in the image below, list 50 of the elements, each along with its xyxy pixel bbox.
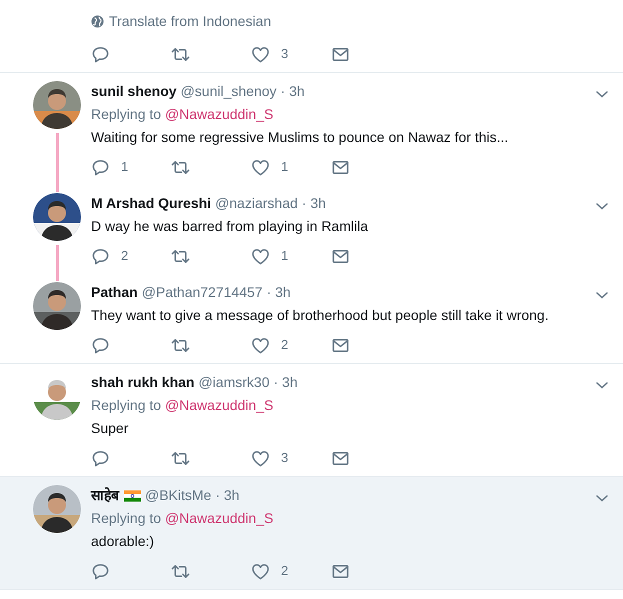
heart-icon[interactable] xyxy=(251,448,270,468)
like-count: 1 xyxy=(281,158,288,176)
author-name[interactable]: shah rukh khan xyxy=(91,372,194,393)
heart-icon[interactable] xyxy=(251,246,270,266)
reply-count: 2 xyxy=(121,247,128,266)
author-name[interactable]: साहेब xyxy=(91,485,119,506)
tweet-time[interactable]: · 3h xyxy=(215,485,240,506)
like-count: 3 xyxy=(281,45,288,64)
reply-icon[interactable] xyxy=(91,44,110,64)
tweet-text: Waiting for some regressive Muslims to pounce on Nawaz for this... xyxy=(91,129,508,145)
tweet-time[interactable]: · 3h xyxy=(273,372,298,393)
thread-line xyxy=(56,133,58,192)
reply-icon[interactable] xyxy=(91,246,110,266)
user-handle[interactable]: @sunil_shenoy xyxy=(180,81,277,102)
user-handle[interactable]: @Pathan72714457 xyxy=(142,282,263,303)
reply-icon[interactable] xyxy=(91,336,110,354)
like-count: 3 xyxy=(281,449,288,468)
translate-link[interactable]: Translate from Indonesian xyxy=(109,11,272,32)
like-count: 1 xyxy=(281,247,288,266)
author-name[interactable]: M Arshad Qureshi xyxy=(91,193,212,214)
globe-icon xyxy=(91,15,104,28)
tweet-time[interactable]: · 3h xyxy=(280,81,305,102)
mention-link[interactable]: @Nawazuddin_S xyxy=(164,397,274,413)
mention-link[interactable]: @Nawazuddin_S xyxy=(164,510,274,526)
heart-icon[interactable] xyxy=(251,336,270,354)
thread-line xyxy=(56,245,58,281)
tweet-time[interactable]: · 3h xyxy=(302,193,326,214)
heart-icon[interactable] xyxy=(251,562,270,580)
user-handle[interactable]: @naziarshad xyxy=(215,193,298,214)
replying-label: Replying to xyxy=(91,106,162,122)
replying-label: Replying to xyxy=(91,397,162,413)
mention-link[interactable]: @Nawazuddin_S xyxy=(164,106,274,122)
heart-icon[interactable] xyxy=(251,44,270,64)
tweet-text: They want to give a message of brotherhood but people still take it wrong. xyxy=(91,307,549,323)
reply-icon[interactable] xyxy=(91,448,110,468)
reply-icon[interactable] xyxy=(91,562,110,580)
author-name[interactable]: Pathan xyxy=(91,282,138,303)
heart-icon[interactable] xyxy=(251,158,270,176)
tweet-text: adorable:) xyxy=(91,533,154,549)
user-handle[interactable]: @BKitsMe xyxy=(145,485,212,506)
tweet-text: D way he was barred from playing in Ramlila xyxy=(91,218,368,234)
like-count: 2 xyxy=(281,336,288,354)
tweet-text: Super xyxy=(91,420,128,436)
reply-count: 1 xyxy=(121,158,128,176)
author-name[interactable]: sunil shenoy xyxy=(91,81,177,102)
like-count: 2 xyxy=(281,562,288,580)
user-handle[interactable]: @iamsrk30 xyxy=(198,372,270,393)
reply-icon[interactable] xyxy=(91,158,110,176)
replying-label: Replying to xyxy=(91,510,162,526)
tweet-time[interactable]: · 3h xyxy=(266,282,291,303)
